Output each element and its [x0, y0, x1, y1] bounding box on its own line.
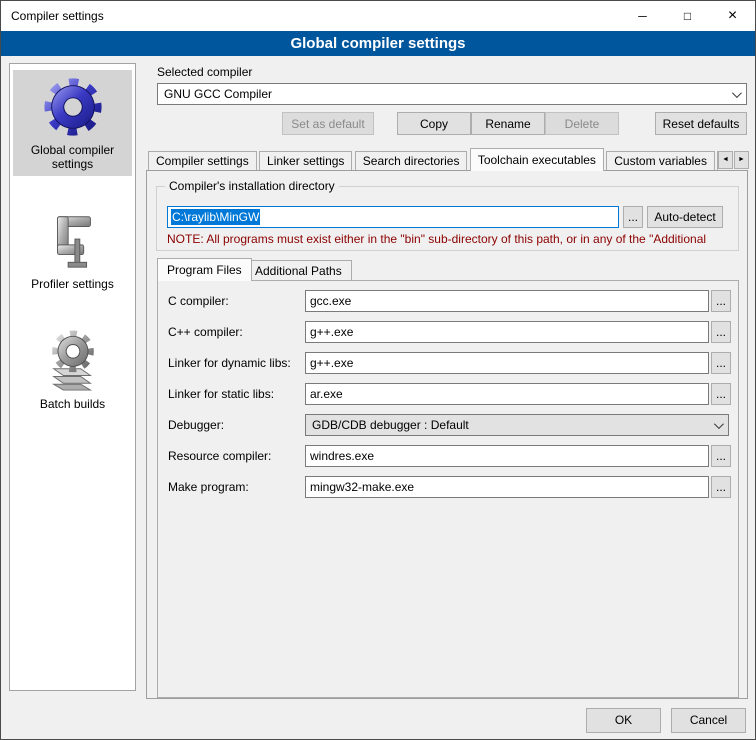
field-label: Linker for dynamic libs: — [168, 356, 291, 370]
resource-compiler-input[interactable] — [305, 445, 709, 467]
static-linker-input[interactable] — [305, 383, 709, 405]
tab-linker-settings[interactable]: Linker settings — [259, 151, 352, 171]
dynamic-linker-input[interactable] — [305, 352, 709, 374]
tab-scroll-left-button[interactable]: ◄ — [718, 151, 733, 169]
field-label: Debugger: — [168, 418, 224, 432]
gear-blue-icon — [42, 76, 104, 138]
delete-button: Delete — [545, 112, 619, 135]
tab-additional-paths[interactable]: Additional Paths — [245, 260, 352, 281]
install-directory-group-title: Compiler's installation directory — [165, 179, 339, 193]
browse-button[interactable]: ... — [711, 383, 731, 405]
install-directory-input[interactable]: C:\raylib\MinGW — [167, 206, 619, 228]
rename-button[interactable]: Rename — [471, 112, 545, 135]
sidebar-item-batch-builds[interactable]: Batch builds — [13, 324, 132, 416]
debugger-select[interactable]: GDB/CDB debugger : Default — [305, 414, 729, 436]
program-files-panel: C compiler: ... C++ compiler: ... Linker… — [157, 280, 739, 698]
sidebar-item-label: Profiler settings — [15, 277, 130, 291]
sidebar-item-label: Global compiler settings — [15, 143, 130, 171]
cancel-button[interactable]: Cancel — [671, 708, 746, 733]
compiler-settings-dialog: Compiler settings ─ □ × Global compiler … — [0, 0, 756, 740]
field-row-dynamic-linker: Linker for dynamic libs: ... — [158, 352, 738, 374]
sidebar-item-profiler-settings[interactable]: Profiler settings — [13, 204, 132, 296]
auto-detect-button[interactable]: Auto-detect — [647, 206, 723, 228]
browse-button[interactable]: ... — [711, 476, 731, 498]
install-directory-group: Compiler's installation directory C:\ray… — [156, 186, 739, 251]
field-row-make-program: Make program: ... — [158, 476, 738, 498]
tab-toolchain-executables[interactable]: Toolchain executables — [470, 148, 604, 171]
field-label: Resource compiler: — [168, 449, 271, 463]
field-row-debugger: Debugger: GDB/CDB debugger : Default — [158, 414, 738, 436]
window-controls: ─ □ × — [620, 1, 755, 31]
tab-search-directories[interactable]: Search directories — [355, 151, 468, 171]
tab-program-files[interactable]: Program Files — [157, 258, 252, 281]
c-compiler-input[interactable] — [305, 290, 709, 312]
browse-button[interactable]: ... — [711, 290, 731, 312]
browse-button[interactable]: ... — [711, 352, 731, 374]
settings-category-sidebar: Global compiler settings — [9, 63, 136, 691]
field-row-resource-compiler: Resource compiler: ... — [158, 445, 738, 467]
set-as-default-button: Set as default — [282, 112, 374, 135]
gear-stack-gray-icon — [42, 330, 104, 392]
directory-note-text: NOTE: All programs must exist either in … — [167, 232, 733, 246]
make-program-input[interactable] — [305, 476, 709, 498]
minimize-button[interactable]: ─ — [620, 1, 665, 31]
copy-button[interactable]: Copy — [397, 112, 471, 135]
compiler-select[interactable]: GNU GCC Compiler — [157, 83, 747, 105]
field-row-static-linker: Linker for static libs: ... — [158, 383, 738, 405]
sidebar-item-global-compiler-settings[interactable]: Global compiler settings — [13, 70, 132, 176]
browse-button[interactable]: ... — [711, 445, 731, 467]
close-button[interactable]: × — [710, 1, 755, 31]
window-title: Compiler settings — [1, 9, 104, 23]
chevron-down-icon — [732, 88, 742, 98]
maximize-button[interactable]: □ — [665, 1, 710, 31]
field-label: Linker for static libs: — [168, 387, 274, 401]
ok-button[interactable]: OK — [586, 708, 661, 733]
profiler-tool-icon — [42, 210, 104, 272]
compiler-select-value: GNU GCC Compiler — [164, 84, 272, 104]
settings-tabstrip: Compiler settings Linker settings Search… — [148, 148, 718, 171]
titlebar: Compiler settings ─ □ × — [1, 1, 755, 31]
reset-defaults-button[interactable]: Reset defaults — [655, 112, 747, 135]
tab-custom-variables[interactable]: Custom variables — [606, 151, 715, 171]
dialog-banner-title: Global compiler settings — [1, 31, 755, 56]
field-row-cpp-compiler: C++ compiler: ... — [158, 321, 738, 343]
selected-compiler-label: Selected compiler — [157, 65, 252, 79]
browse-directory-button[interactable]: ... — [623, 206, 643, 228]
field-label: C++ compiler: — [168, 325, 243, 339]
cpp-compiler-input[interactable] — [305, 321, 709, 343]
field-label: C compiler: — [168, 294, 229, 308]
install-directory-selected-text: C:\raylib\MinGW — [171, 209, 260, 225]
browse-button[interactable]: ... — [711, 321, 731, 343]
chevron-down-icon — [714, 419, 724, 429]
field-row-c-compiler: C compiler: ... — [158, 290, 738, 312]
field-label: Make program: — [168, 480, 249, 494]
sidebar-item-label: Batch builds — [15, 397, 130, 411]
debugger-select-value: GDB/CDB debugger : Default — [312, 415, 469, 435]
tab-compiler-settings[interactable]: Compiler settings — [148, 151, 257, 171]
tab-scroll-right-button[interactable]: ► — [734, 151, 749, 169]
